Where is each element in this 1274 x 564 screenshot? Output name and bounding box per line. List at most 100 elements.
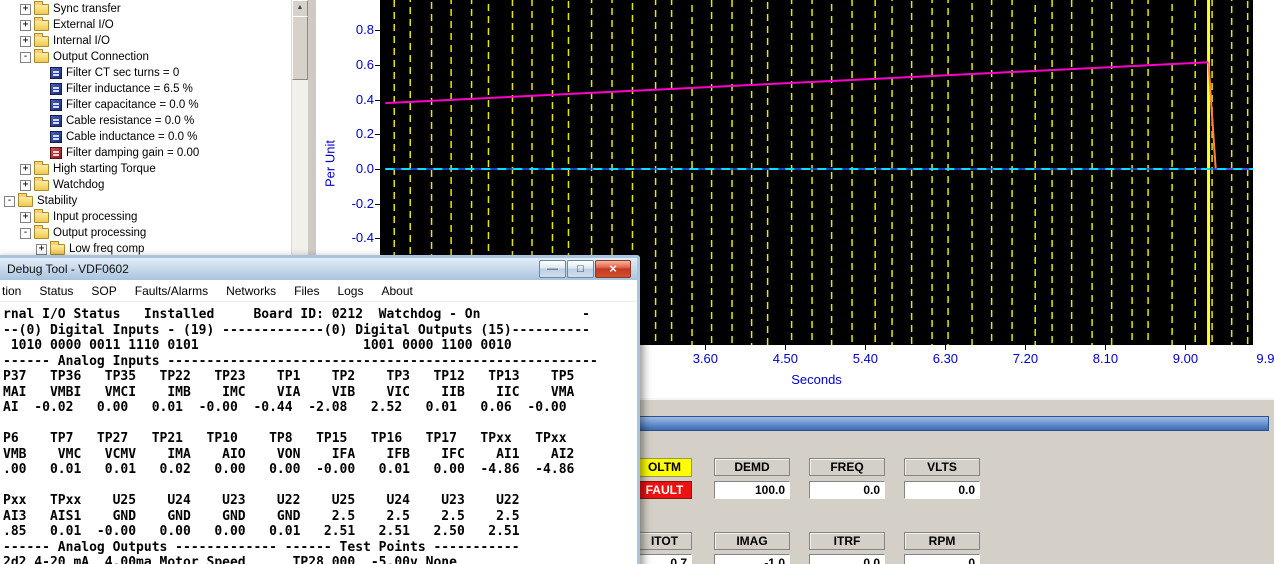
debug-console: rnal I/O Status Installed Board ID: 0212…	[0, 302, 637, 564]
fault-indicator[interactable]: FAULT	[637, 481, 692, 499]
freq-value[interactable]: 0.0	[809, 481, 885, 499]
drive-control-window: OLTM FAULT DEMD 100.0 FREQ 0.0 VLTS 0.0 …	[615, 398, 1274, 564]
tree-item-filter-capacitance-0-0[interactable]: Filter capacitance = 0.0 %	[0, 97, 291, 113]
itot-value[interactable]: 0.7	[637, 554, 692, 564]
itrf-value[interactable]: 0.0	[809, 554, 885, 564]
folder-icon	[34, 16, 49, 31]
debug-text-line: P6 TP7 TP27 TP21 TP10 TP8 TP15 TP16 TP17…	[3, 431, 567, 446]
debug-text-line: rnal I/O Status Installed Board ID: 0212…	[3, 307, 590, 322]
maximize-button[interactable]: □	[567, 260, 594, 278]
minimize-button[interactable]: —	[539, 260, 566, 278]
scroll-up-button[interactable]: ▲	[292, 0, 308, 17]
rpm-value[interactable]: 0	[904, 554, 980, 564]
close-button[interactable]: ×	[595, 260, 631, 278]
x-tick-mark	[865, 345, 867, 350]
debug-text-line: .85 0.01 -0.00 0.00 0.00 0.01 2.51 2.51 …	[3, 524, 520, 539]
imag-value[interactable]: -1.0	[714, 554, 790, 564]
menu-item-about[interactable]: About	[372, 282, 421, 300]
folder-icon	[34, 208, 49, 223]
collapse-minus-icon[interactable]: -	[20, 51, 31, 63]
x-tick-mark	[705, 345, 707, 350]
itrf-label: ITRF	[809, 532, 885, 550]
x-tick-mark	[1025, 345, 1027, 350]
tree-item-external-i-o[interactable]: + External I/O	[0, 16, 291, 33]
config-tree: + Sync transfer + External I/O + Internal I/O…	[0, 0, 291, 257]
x-tick-label: 5.40	[852, 351, 879, 366]
menu-item-tion[interactable]: tion	[0, 282, 30, 300]
x-tick-label: 8.10	[1092, 351, 1119, 366]
debug-text-line: 1010 0000 0011 1110 0101 1001 0000 1100 …	[3, 338, 512, 353]
vlts-value[interactable]: 0.0	[904, 481, 980, 499]
parameter-alarm-icon	[50, 147, 62, 159]
expand-plus-icon[interactable]: +	[20, 163, 31, 175]
expand-plus-icon[interactable]: +	[20, 19, 31, 31]
menu-item-logs[interactable]: Logs	[328, 282, 372, 300]
tree-item-label: Output processing	[53, 227, 147, 239]
desktop: + Sync transfer + External I/O + Internal I/O…	[0, 0, 1274, 564]
debug-text-line: Pxx TPxx U25 U24 U23 U22 U25 U24 U23 U22	[3, 493, 520, 508]
tree-item-output-processing[interactable]: - Output processing	[0, 224, 291, 241]
expand-plus-icon[interactable]: +	[20, 179, 31, 191]
expand-plus-icon[interactable]: +	[36, 243, 47, 255]
tree-item-filter-damping-gain-0-00[interactable]: Filter damping gain = 0.00	[0, 145, 291, 161]
collapse-minus-icon[interactable]: -	[20, 227, 31, 239]
folder-icon	[34, 176, 49, 191]
collapse-minus-icon[interactable]: -	[4, 195, 15, 207]
tree-item-high-starting-torque[interactable]: + High starting Torque	[0, 160, 291, 177]
tree-item-cable-inductance-0-0[interactable]: Cable inductance = 0.0 %	[0, 129, 291, 145]
tree-item-watchdog[interactable]: + Watchdog	[0, 176, 291, 193]
tree-item-label: Filter inductance = 6.5 %	[66, 83, 193, 95]
menu-item-sop[interactable]: SOP	[82, 282, 125, 300]
folder-icon	[50, 240, 65, 255]
tree-item-label: Watchdog	[53, 179, 105, 191]
demd-value[interactable]: 100.0	[714, 481, 790, 499]
expand-plus-icon[interactable]: +	[20, 35, 31, 47]
x-tick-mark	[1185, 345, 1187, 350]
parameter-icon	[50, 83, 62, 95]
oltm-indicator[interactable]: OLTM	[637, 458, 692, 477]
x-tick-label: 9.00	[1172, 351, 1199, 366]
menu-item-status[interactable]: Status	[30, 282, 82, 300]
menu-item-files[interactable]: Files	[285, 282, 328, 300]
debug-text-line: .00 0.01 0.01 0.02 0.00 0.00 -0.00 0.01 …	[3, 462, 575, 477]
menu-item-faults-alarms[interactable]: Faults/Alarms	[126, 282, 217, 300]
tree-item-label: Cable resistance = 0.0 %	[66, 115, 195, 127]
y-tick-label: 0.8	[355, 22, 374, 38]
tree-item-label: Stability	[37, 195, 78, 207]
debug-title-bar[interactable]: Debug Tool - VDF0602 — □ ×	[0, 258, 637, 280]
folder-icon	[34, 32, 49, 47]
expand-plus-icon[interactable]: +	[20, 3, 31, 15]
tree-item-input-processing[interactable]: + Input processing	[0, 208, 291, 225]
scrollbar-thumb[interactable]	[292, 16, 308, 80]
debug-text-line: AI3 AIS1 GND GND GND GND 2.5 2.5 2.5 2.5	[3, 508, 520, 524]
parameter-icon	[50, 131, 62, 143]
y-tick-label: 0.0	[355, 161, 374, 176]
tree-item-label: Filter CT sec turns = 0	[66, 67, 180, 79]
x-tick-mark	[785, 345, 787, 350]
tree-item-label: High starting Torque	[53, 163, 156, 175]
tree-item-stability[interactable]: - Stability	[0, 192, 291, 209]
debug-text-line: ------ Analog Inputs -------------------…	[3, 353, 598, 369]
folder-icon	[34, 48, 49, 63]
parameter-icon	[50, 99, 62, 111]
tree-item-cable-resistance-0-0[interactable]: Cable resistance = 0.0 %	[0, 113, 291, 129]
tree-item-label: Output Connection	[53, 51, 149, 63]
tree-item-filter-ct-sec-turns-0[interactable]: Filter CT sec turns = 0	[0, 65, 291, 81]
x-tick-label: 6.30	[932, 351, 959, 366]
tree-item-label: Input processing	[53, 211, 138, 223]
debug-text-line: --(0) Digital Inputs - (19) ------------…	[3, 322, 590, 338]
menu-item-networks[interactable]: Networks	[217, 282, 285, 300]
expand-plus-icon[interactable]: +	[20, 211, 31, 223]
tree-item-internal-i-o[interactable]: + Internal I/O	[0, 32, 291, 49]
tree-item-filter-inductance-6-5[interactable]: Filter inductance = 6.5 %	[0, 81, 291, 97]
window-title: Debug Tool - VDF0602	[7, 262, 129, 276]
panel-title-strip	[629, 416, 1269, 431]
y-tick-label: 0.4	[355, 91, 374, 107]
x-tick-mark	[1105, 345, 1107, 350]
tree-item-output-connection[interactable]: - Output Connection	[0, 48, 291, 65]
folder-icon	[34, 160, 49, 175]
itot-label: ITOT	[637, 532, 692, 550]
tree-item-sync-transfer[interactable]: + Sync transfer	[0, 0, 291, 17]
tree-item-label: Filter damping gain = 0.00	[66, 147, 200, 159]
